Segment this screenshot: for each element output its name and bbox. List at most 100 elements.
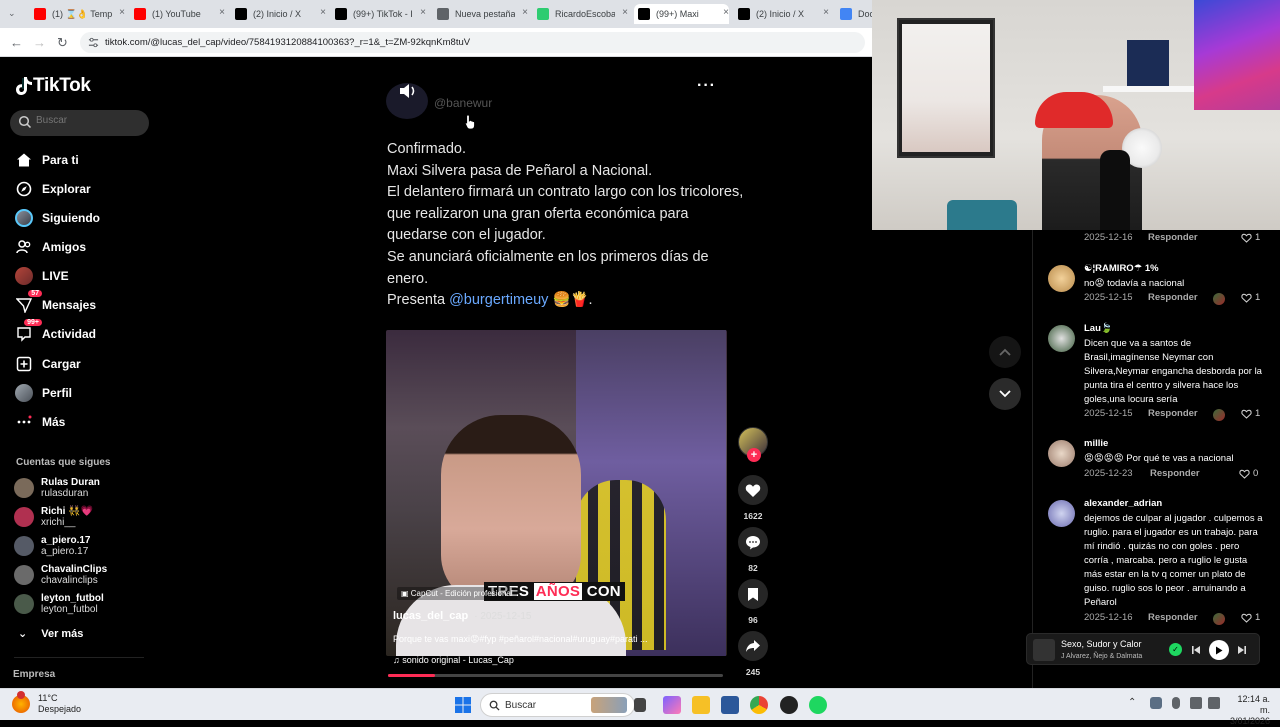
site-settings-icon[interactable] bbox=[88, 37, 99, 48]
save-button[interactable] bbox=[738, 579, 768, 609]
taskbar-search[interactable]: Buscar bbox=[480, 693, 635, 717]
forward-icon[interactable]: → bbox=[33, 35, 46, 50]
volume-icon[interactable] bbox=[398, 82, 418, 100]
address-bar[interactable]: tiktok.com/@lucas_del_cap/video/75841931… bbox=[80, 32, 865, 53]
browser-tab[interactable]: RicardoEscoba × bbox=[533, 4, 628, 24]
capcut-tag[interactable]: ▣ CapCut - Edición profesional bbox=[397, 587, 517, 600]
tab-close-icon[interactable]: × bbox=[723, 7, 729, 18]
sidebar-item-amigos[interactable]: Amigos bbox=[14, 236, 86, 258]
liked-check-icon[interactable]: ✓ bbox=[1169, 643, 1182, 656]
sidebar-item-actividad[interactable]: 99+ Actividad bbox=[14, 319, 96, 345]
sidebar-item-cargar[interactable]: Cargar bbox=[14, 353, 81, 375]
comment-like-button[interactable]: 1 bbox=[1241, 232, 1260, 243]
comment-username[interactable]: ☯¦RAMIRO☂ 1% bbox=[1084, 263, 1159, 274]
browser-tab[interactable]: (1) YouTube × bbox=[130, 4, 225, 24]
browser-tab[interactable]: (99+) TikTok - I × bbox=[331, 4, 426, 24]
comment-button[interactable] bbox=[738, 527, 768, 557]
follow-plus-icon[interactable]: + bbox=[747, 448, 761, 462]
tray-network-icon[interactable] bbox=[1150, 697, 1162, 709]
sidebar-item-mensajes[interactable]: 57 Mensajes bbox=[14, 290, 96, 316]
comment-like-button[interactable]: 1 bbox=[1241, 612, 1260, 623]
search-box[interactable] bbox=[10, 110, 149, 136]
windows-start-icon[interactable] bbox=[455, 697, 471, 713]
tab-close-icon[interactable]: × bbox=[420, 7, 426, 18]
reply-button[interactable]: Responder bbox=[1148, 408, 1198, 419]
reload-icon[interactable]: ↻ bbox=[57, 35, 68, 51]
comment-like-button[interactable]: 0 bbox=[1239, 468, 1258, 479]
reply-button[interactable]: Responder bbox=[1150, 468, 1200, 479]
video-frame[interactable]: TRES AÑOS CON bbox=[386, 330, 727, 656]
following-account[interactable]: Rulas Duran rulasduran bbox=[14, 475, 100, 501]
browser-tab[interactable]: (99+) Maxi × bbox=[634, 4, 729, 24]
comment-like-button[interactable]: 1 bbox=[1241, 408, 1260, 419]
tab-close-icon[interactable]: × bbox=[320, 7, 326, 18]
more-options-icon[interactable]: ··· bbox=[697, 77, 716, 95]
wifi-icon[interactable] bbox=[1190, 697, 1202, 709]
see-more-button[interactable]: ⌄ Ver más bbox=[18, 627, 83, 640]
spotify-icon[interactable] bbox=[809, 696, 827, 714]
weather-widget[interactable]: 11°C Despejado bbox=[12, 691, 81, 715]
tab-list-chevron-icon[interactable]: ⌄ bbox=[8, 8, 16, 19]
reply-button[interactable]: Responder bbox=[1148, 292, 1198, 303]
sidebar-item-para-ti[interactable]: Para ti bbox=[14, 149, 79, 171]
video-author[interactable]: lucas_del_cap · 2025-12-15 bbox=[393, 610, 531, 622]
play-button[interactable] bbox=[1209, 640, 1229, 660]
back-icon[interactable]: ← bbox=[10, 35, 23, 50]
task-view-icon[interactable] bbox=[634, 698, 646, 712]
company-link[interactable]: Empresa bbox=[13, 669, 55, 680]
chrome-taskbar-icon[interactable] bbox=[750, 696, 768, 714]
progress-bar[interactable] bbox=[388, 674, 723, 677]
sidebar-item-live[interactable]: LIVE bbox=[14, 265, 69, 287]
author-name: lucas_del_cap bbox=[393, 610, 469, 622]
sidebar-item-perfil[interactable]: Perfil bbox=[14, 382, 72, 404]
sound-link[interactable]: ♫ sonido original - Lucas_Cap bbox=[393, 655, 514, 665]
previous-track-icon[interactable] bbox=[1191, 645, 1201, 655]
tab-close-icon[interactable]: × bbox=[219, 7, 225, 18]
avatar[interactable] bbox=[1048, 440, 1075, 467]
tab-close-icon[interactable]: × bbox=[522, 7, 528, 18]
sidebar-item-siguiendo[interactable]: Siguiendo bbox=[14, 207, 100, 229]
browser-tab[interactable]: Docu bbox=[836, 4, 876, 24]
following-account[interactable]: a_piero.17 a_piero.17 bbox=[14, 533, 90, 559]
avatar[interactable] bbox=[1048, 325, 1075, 352]
sidebar-item-explorar[interactable]: Explorar bbox=[14, 178, 91, 200]
video-player[interactable]: @banewur ··· Confirmado. Maxi Silvera pa… bbox=[160, 57, 872, 688]
search-highlight-image bbox=[591, 697, 627, 713]
reply-button[interactable]: Responder bbox=[1148, 612, 1198, 623]
tab-close-icon[interactable]: × bbox=[622, 7, 628, 18]
reply-button[interactable]: Responder bbox=[1148, 232, 1198, 243]
avatar[interactable] bbox=[1048, 500, 1075, 527]
share-button[interactable] bbox=[738, 631, 768, 661]
following-account[interactable]: leyton_futbol leyton_futbol bbox=[14, 591, 104, 617]
tab-close-icon[interactable]: × bbox=[119, 7, 125, 18]
next-track-icon[interactable] bbox=[1237, 645, 1247, 655]
comment-like-button[interactable]: 1 bbox=[1241, 292, 1260, 303]
browser-tab[interactable]: Nueva pestaña × bbox=[433, 4, 528, 24]
like-button[interactable] bbox=[738, 475, 768, 505]
store-icon[interactable] bbox=[721, 696, 739, 714]
file-explorer-icon[interactable] bbox=[692, 696, 710, 714]
tab-close-icon[interactable]: × bbox=[823, 7, 829, 18]
tray-chevron-up-icon[interactable]: ⌃ bbox=[1128, 697, 1136, 708]
obs-icon[interactable] bbox=[780, 696, 798, 714]
browser-tab[interactable]: (1) ⌛👌 Temp × bbox=[30, 4, 125, 24]
clock[interactable]: 12:14 a. m. 3/01/2026 bbox=[1226, 694, 1270, 727]
comment-username[interactable]: millie bbox=[1084, 438, 1108, 449]
comment-username[interactable]: alexander_adrian bbox=[1084, 498, 1162, 509]
browser-tab[interactable]: (2) Inicio / X × bbox=[734, 4, 829, 24]
tiktok-logo[interactable]: TikTok bbox=[15, 75, 91, 97]
microphone-icon[interactable] bbox=[1172, 697, 1180, 709]
next-video-button[interactable] bbox=[989, 378, 1021, 410]
previous-video-button[interactable] bbox=[989, 336, 1021, 368]
avatar[interactable] bbox=[1048, 265, 1075, 292]
search-input[interactable] bbox=[36, 115, 141, 126]
see-more-label: Ver más bbox=[41, 628, 84, 640]
comment-username[interactable]: Lau🍃 bbox=[1084, 323, 1113, 334]
following-account[interactable]: ChavalinClips chavalinclips bbox=[14, 562, 107, 588]
sidebar-item-m-s[interactable]: Más bbox=[14, 411, 65, 433]
following-account[interactable]: Richi 👯💗 xrichi__ bbox=[14, 504, 93, 530]
copilot-icon[interactable] bbox=[663, 696, 681, 714]
sponsor-mention[interactable]: @burgertimeuy bbox=[449, 292, 548, 308]
browser-tab[interactable]: (2) Inicio / X × bbox=[231, 4, 326, 24]
speaker-icon[interactable] bbox=[1208, 697, 1220, 709]
